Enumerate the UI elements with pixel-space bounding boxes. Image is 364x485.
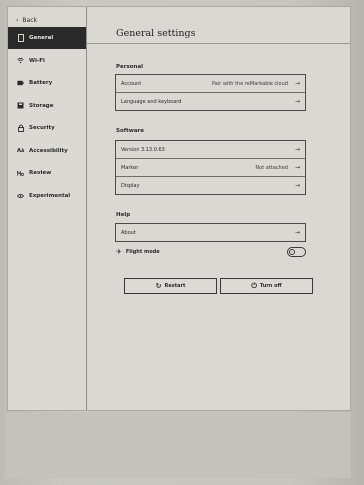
sidebar-item-label: Security [29,125,55,131]
row-label: About [121,229,136,236]
arrow-right-icon: → [294,80,300,87]
row-label: Version 3.13.0.63 [121,146,165,153]
row-label: Language and keyboard [121,98,182,105]
arrow-right-icon: → [294,229,300,236]
sidebar-item-label: General [29,35,54,41]
sidebar: ‹ Back General Wi-Fi Battery Storage Sec… [8,7,87,410]
row-value: Pair with the reMarkable cloud [211,80,288,87]
lock-icon [17,124,24,132]
restart-button[interactable]: ↻ Restart [124,278,217,294]
section-title-personal: Personal [116,64,144,70]
sidebar-item-label: Review [29,170,52,176]
back-button[interactable]: ‹ Back [16,13,37,27]
device-screen: ‹ Back General Wi-Fi Battery Storage Sec… [7,6,351,411]
back-label: Back [22,16,37,24]
row-label: Account [121,80,142,87]
battery-icon [17,80,24,87]
wifi-icon [17,57,24,64]
review-icon [17,169,24,177]
row-language-keyboard[interactable]: Language and keyboard → [116,92,305,110]
airplane-icon: ✈ [116,248,122,256]
sidebar-item-security[interactable]: Security [8,117,86,139]
arrow-right-icon: → [294,164,300,171]
sidebar-item-experimental[interactable]: Experimental [8,185,86,207]
toggle-knob [289,249,295,255]
turn-off-label: Turn off [259,283,282,289]
section-title-software: Software [116,128,144,134]
chevron-left-icon: ‹ [16,16,19,24]
sidebar-item-label: Wi-Fi [29,57,45,64]
accessibility-icon: AA [16,147,25,154]
sidebar-item-label: Battery [29,80,53,86]
page-title: General settings [116,28,196,39]
sidebar-item-general[interactable]: General [8,27,86,49]
flight-mode-row: ✈ Flight mode [116,246,306,258]
flight-mode-label: Flight mode [125,249,160,255]
power-icon: ⏻ [251,281,257,290]
help-group: About → [115,223,306,242]
arrow-right-icon: → [294,98,300,105]
restart-label: Restart [164,283,186,289]
restart-icon: ↻ [155,282,162,290]
sidebar-item-wifi[interactable]: Wi-Fi [8,50,86,72]
row-about[interactable]: About → [116,224,305,241]
row-account[interactable]: Account Pair with the reMarkable cloud → [116,75,305,92]
sidebar-item-label: Accessibility [29,147,68,154]
sidebar-nav: General Wi-Fi Battery Storage Security A… [8,27,86,207]
personal-group: Account Pair with the reMarkable cloud →… [115,74,306,111]
eye-icon [17,192,24,199]
tablet-icon [17,34,24,42]
row-label: Display [121,182,140,189]
main-panel: General settings Personal Account Pair w… [87,7,350,410]
sidebar-item-label: Storage [29,102,54,109]
storage-icon [17,102,24,109]
arrow-right-icon: → [294,182,300,189]
row-marker[interactable]: Marker Not attached → [116,158,305,176]
turn-off-button[interactable]: ⏻ Turn off [220,278,313,294]
sidebar-item-review[interactable]: Review [8,162,86,184]
row-display[interactable]: Display → [116,176,305,194]
section-title-help: Help [116,212,131,218]
device-chin [5,412,351,478]
sidebar-item-label: Experimental [29,192,71,199]
row-version[interactable]: Version 3.13.0.63 → [116,141,305,158]
sidebar-item-accessibility[interactable]: AA Accessibility [8,140,86,162]
row-value: Not attached [255,164,288,171]
sidebar-item-battery[interactable]: Battery [8,72,86,94]
title-divider [87,43,350,44]
sidebar-item-storage[interactable]: Storage [8,95,86,117]
row-label: Marker [121,164,139,171]
arrow-right-icon: → [294,146,300,153]
software-group: Version 3.13.0.63 → Marker Not attached … [115,140,306,195]
flight-mode-toggle[interactable] [287,247,306,257]
